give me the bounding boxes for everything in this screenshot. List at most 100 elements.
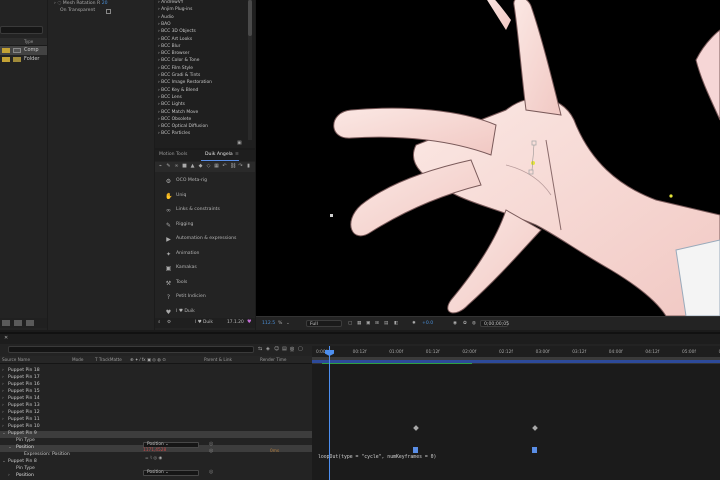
twirl-icon[interactable]: › [2, 417, 4, 423]
expression-editor[interactable]: loopOut(type = "cycle", numKeyframes = 0… [318, 455, 436, 461]
twirl-icon[interactable]: › [2, 375, 4, 381]
keyframe-marker[interactable] [413, 425, 419, 431]
new-comp-icon[interactable] [14, 320, 22, 326]
show-snapshot-icon[interactable]: ◍ [472, 320, 476, 327]
duik-menu-item[interactable]: ⚙ OCO Meta-rig [155, 174, 255, 188]
duik-menu-item[interactable]: ♥ I ♥ Duik [155, 305, 255, 319]
panel-menu-icon[interactable]: ≡ [235, 152, 239, 158]
mask-icon[interactable]: ▣ [366, 320, 370, 327]
column-track-matte[interactable]: T TrackMatte [95, 357, 122, 362]
new-folder-icon[interactable] [2, 320, 10, 326]
draft-3d-icon[interactable]: ◈ [266, 347, 270, 352]
preset-folder-item[interactable]: › Audio [158, 15, 174, 20]
pin-icon[interactable]: ⌁ [158, 164, 163, 169]
preset-folder-item[interactable]: › BCC Color & Tone [158, 59, 199, 63]
transparency-grid-icon[interactable]: ▦ [357, 320, 361, 327]
preset-folder-item[interactable]: › BCC Obsolete [158, 117, 191, 122]
zoom-dropdown-icon[interactable]: % [278, 320, 282, 327]
timeline-layer-row[interactable]: ⌄ Puppet Pin 9 [0, 431, 312, 438]
timeline-layer-row[interactable]: › Puppet Pin 14 [0, 396, 312, 403]
link-icon[interactable]: ∞ [174, 164, 179, 169]
preset-folder-item[interactable]: › BCC Lens [158, 95, 182, 100]
camera-icon[interactable]: ◉ [453, 320, 457, 327]
preset-folder-item[interactable]: › BCC Image Restoration [158, 81, 212, 85]
frame-blend-icon[interactable]: ▤ [282, 347, 287, 352]
twirl-icon[interactable]: › [8, 473, 10, 479]
tab-duik-angela[interactable]: Duik Angela [205, 152, 233, 158]
timeline-graph[interactable]: 0:00f 00:12f 01:00f 01:12f 02:00f 02:12f 03:00… [312, 346, 720, 480]
preset-folder-item[interactable]: › Anjim Plug-ins [158, 8, 192, 12]
redo-icon[interactable]: ↷ [238, 164, 243, 169]
expression-controls-icon[interactable]: = ⌇ ◎ ◉ [145, 456, 162, 461]
column-source-name[interactable]: Source Name [2, 357, 30, 362]
timeline-layer-row[interactable]: › Puppet Pin 13 [0, 403, 312, 410]
snapshot-icon[interactable]: ✿ [463, 320, 467, 327]
pick-whip-icon[interactable]: ◎ [209, 442, 213, 447]
tab-motion-tools[interactable]: Motion Tools [159, 152, 187, 158]
shy-icon[interactable]: ☺ [274, 347, 279, 352]
preset-folder-item[interactable]: › BCC Film Style [158, 66, 193, 71]
twirl-icon[interactable]: ⌄ [2, 431, 6, 437]
twirl-icon[interactable]: ⌄ [2, 459, 6, 465]
preset-folder-item[interactable]: › BCC Lights [158, 102, 185, 107]
preset-folder-item[interactable]: › BCC Browser [158, 51, 189, 56]
timeline-search-input[interactable] [8, 346, 254, 353]
timeline-layer-row[interactable]: › Puppet Pin 17 [0, 375, 312, 382]
position-value[interactable]: 1171,4528 [143, 448, 166, 453]
preset-folder-item[interactable]: › BCC Key & Blend [158, 88, 198, 93]
project-item-folder[interactable]: Folder [0, 55, 47, 64]
new-preset-icon[interactable]: ▣ [237, 141, 242, 146]
channel-icon[interactable]: ▤ [384, 320, 388, 327]
resolution-select[interactable]: Full [306, 320, 342, 327]
preset-folder-item[interactable]: › AndrewVY [158, 0, 183, 5]
twirl-icon[interactable]: › [2, 389, 4, 395]
preset-folder-item[interactable]: › BCC Match Move [158, 110, 198, 115]
duik-menu-item[interactable]: ⚒ Tools [155, 276, 255, 290]
composition-viewer[interactable] [256, 0, 720, 316]
preset-folder-item[interactable]: › BCC Blur [158, 44, 180, 49]
column-mode[interactable]: Mode [72, 357, 83, 362]
zoom-level[interactable]: 112.5 [262, 320, 275, 327]
guides-icon[interactable]: ⊞ [375, 320, 379, 327]
color-management-icon[interactable]: ◧ [394, 320, 398, 327]
comp-flowchart-icon[interactable]: ⇆ [258, 347, 262, 352]
keyframe-marker[interactable] [532, 425, 538, 431]
on-transparent-checkbox[interactable] [106, 9, 111, 14]
current-time-field[interactable]: 0;00;00;05 [480, 320, 509, 327]
timeline-layer-row[interactable]: › Puppet Pin 16 [0, 382, 312, 389]
project-search-input[interactable] [0, 26, 43, 34]
duik-menu-item[interactable]: ✋ Uniq [155, 189, 255, 203]
duik-menu-item[interactable]: ✎ Rigging [155, 218, 255, 232]
twirl-icon[interactable]: › [2, 382, 4, 388]
stopwatch-icon[interactable]: ◌ [57, 1, 61, 6]
exposure-value[interactable]: +0.0 [422, 320, 433, 327]
search-icon[interactable]: ⌕ [158, 320, 160, 325]
preset-folder-item[interactable]: › BCC Art Looks [158, 37, 192, 42]
settings-icon[interactable]: ⚙ [167, 320, 171, 325]
column-parent-link[interactable]: Parent & Link [204, 357, 232, 362]
fast-preview-icon[interactable]: ✹ [412, 320, 416, 327]
twirl-icon[interactable]: › [2, 368, 4, 374]
lock-icon[interactable]: ■ [182, 164, 187, 169]
twirl-icon[interactable]: › [54, 1, 56, 6]
preset-folder-item[interactable]: › BCC Particles [158, 132, 190, 136]
timeline-layer-row[interactable]: › Puppet Pin 12 [0, 410, 312, 417]
undo-icon[interactable]: ↶ [222, 164, 227, 169]
pick-whip-icon[interactable]: ◎ [209, 449, 213, 454]
preset-folder-item[interactable]: › BCC 3D Objects [158, 29, 196, 34]
duik-menu-item[interactable]: ∞ Links & constraints [155, 203, 255, 217]
timeline-layer-row[interactable]: › Puppet Pin 15 [0, 389, 312, 396]
pin-type-select[interactable]: Position ⌄ [143, 470, 199, 476]
playhead[interactable] [329, 346, 330, 480]
duik-menu-item[interactable]: ▶ Automation & expressions [155, 232, 255, 246]
timeline-layer-row[interactable]: › Puppet Pin 11 [0, 417, 312, 424]
project-item-comp[interactable]: Comp [0, 46, 47, 55]
duik-menu-item[interactable]: ▣ Kamakas [155, 261, 255, 275]
keyframe-marker[interactable] [413, 447, 418, 453]
duik-menu-item[interactable]: ✦ Animation [155, 247, 255, 261]
trash-icon[interactable]: ▮ [246, 164, 251, 169]
chevron-down-icon[interactable]: ⌄ [286, 320, 290, 327]
graph-editor-icon[interactable]: ▢ [298, 347, 303, 352]
edit-icon[interactable]: ✎ [166, 164, 171, 169]
twirl-icon[interactable]: › [2, 410, 4, 416]
